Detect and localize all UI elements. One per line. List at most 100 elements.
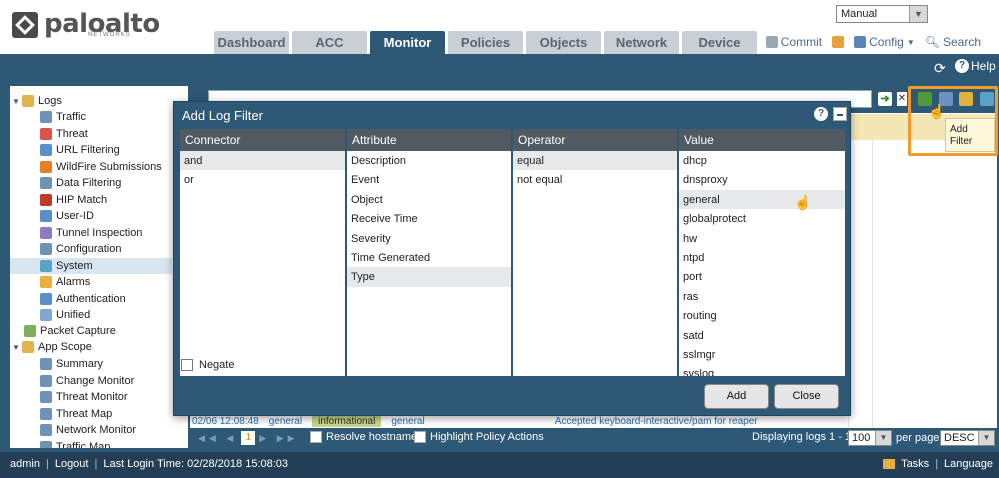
sidebar-item-alarms[interactable]: Alarms bbox=[40, 274, 90, 290]
sidebar-item-url-filtering[interactable]: URL Filtering bbox=[40, 142, 120, 158]
sidebar-item-user-id[interactable]: User-ID bbox=[40, 208, 94, 224]
sidebar-item-unified[interactable]: Unified bbox=[40, 307, 90, 323]
value-option[interactable]: hw bbox=[679, 229, 845, 248]
attribute-header: Attribute bbox=[347, 129, 511, 151]
attribute-option[interactable]: Description bbox=[347, 151, 511, 170]
sidebar-item-traffic-map[interactable]: Traffic Map bbox=[40, 439, 110, 448]
commit-button[interactable]: Commit bbox=[765, 35, 822, 49]
value-option[interactable]: port bbox=[679, 267, 845, 286]
attribute-option[interactable]: Type bbox=[347, 267, 511, 287]
value-option[interactable]: ntpd bbox=[679, 248, 845, 267]
negate-checkbox[interactable] bbox=[181, 359, 193, 371]
sidebar-item-tunnel-inspection[interactable]: Tunnel Inspection bbox=[40, 225, 142, 241]
attribute-option[interactable]: Severity bbox=[347, 229, 511, 248]
chevron-down-icon: ▼ bbox=[978, 431, 994, 445]
sort-order-select[interactable]: DESC ▼ bbox=[940, 430, 995, 446]
sidebar-item-hip-match[interactable]: HIP Match bbox=[40, 192, 107, 208]
sidebar-item-system[interactable]: System bbox=[10, 257, 172, 274]
sidebar-item-traffic[interactable]: Traffic bbox=[40, 109, 86, 125]
sidebar-item-change-monitor[interactable]: Change Monitor bbox=[40, 373, 134, 389]
config-icon bbox=[854, 36, 867, 48]
tunnel-inspection-icon bbox=[40, 226, 52, 239]
highlight-policy-checkbox[interactable] bbox=[414, 431, 426, 443]
sidebar-item-network-monitor[interactable]: Network Monitor bbox=[40, 422, 136, 438]
operator-option[interactable]: not equal bbox=[513, 170, 677, 189]
wildfire-submissions-icon bbox=[40, 160, 52, 173]
highlight-policy-toggle[interactable]: Highlight Policy Actions bbox=[414, 431, 544, 443]
config-button[interactable]: Config ▼ bbox=[854, 35, 915, 49]
sidebar-item-threat-map[interactable]: Threat Map bbox=[40, 406, 112, 422]
tab-dashboard[interactable]: Dashboard bbox=[214, 31, 289, 54]
sidebar: ▼ Logs Traffic Threat URL Filtering WildFire … bbox=[10, 86, 188, 448]
value-option[interactable]: syslog bbox=[679, 364, 845, 376]
attribute-option[interactable]: Object bbox=[347, 190, 511, 209]
per-page-select[interactable]: 100 ▼ per page bbox=[848, 430, 939, 446]
attribute-option[interactable]: Event bbox=[347, 170, 511, 189]
language-link[interactable]: Language bbox=[944, 458, 993, 470]
sidebar-item-summary[interactable]: Summary bbox=[40, 356, 103, 372]
sidebar-item-logs[interactable]: ▼ Logs bbox=[12, 93, 62, 109]
sidebar-item-authentication[interactable]: Authentication bbox=[40, 291, 126, 307]
attribute-option[interactable]: Time Generated bbox=[347, 248, 511, 267]
resolve-hostname-checkbox[interactable] bbox=[310, 431, 322, 443]
expand-icon[interactable]: ▼ bbox=[12, 343, 22, 352]
logout-link[interactable]: Logout bbox=[55, 458, 89, 470]
help-icon[interactable]: ? bbox=[814, 107, 828, 121]
column-divider bbox=[872, 140, 873, 430]
table-row[interactable]: 02/06 12:08:48 general informational gen… bbox=[192, 414, 892, 428]
hand-cursor-icon: ☝ bbox=[928, 103, 946, 119]
tab-device[interactable]: Device bbox=[682, 31, 757, 54]
clear-filter-icon[interactable]: ✕ bbox=[897, 92, 907, 106]
tab-policies[interactable]: Policies bbox=[448, 31, 523, 54]
connector-option[interactable]: or bbox=[180, 170, 345, 189]
refresh-icon[interactable]: ⟳ bbox=[934, 61, 948, 75]
page-number[interactable]: 1 bbox=[241, 431, 256, 445]
tasks-link[interactable]: Tasks bbox=[901, 458, 929, 470]
sidebar-item-app-scope[interactable]: ▼ App Scope bbox=[12, 339, 92, 355]
value-option[interactable]: globalprotect bbox=[679, 209, 845, 228]
value-option[interactable]: dnsproxy bbox=[679, 170, 845, 189]
sidebar-item-configuration[interactable]: Configuration bbox=[40, 241, 121, 257]
value-option[interactable]: satd bbox=[679, 326, 845, 345]
traffic-map-icon bbox=[40, 440, 52, 448]
search-button[interactable]: 🔍︎ Search bbox=[925, 35, 981, 49]
add-button[interactable]: Add bbox=[704, 384, 769, 409]
help-button[interactable]: ? Help bbox=[955, 59, 996, 73]
last-login: Last Login Time: 02/28/2018 15:08:03 bbox=[103, 458, 289, 470]
threat-icon bbox=[40, 127, 52, 140]
summary-icon bbox=[40, 358, 52, 370]
alarms-icon bbox=[40, 276, 52, 288]
minimize-icon[interactable] bbox=[833, 107, 847, 121]
tab-network[interactable]: Network bbox=[604, 31, 679, 54]
apply-filter-icon[interactable]: ➔ bbox=[878, 92, 892, 106]
lock-button[interactable] bbox=[832, 36, 845, 48]
tab-acc[interactable]: ACC bbox=[292, 31, 367, 54]
refresh-mode-select[interactable]: Manual ▼ bbox=[836, 5, 928, 23]
configuration-icon bbox=[40, 243, 52, 255]
first-prev-page-icon[interactable]: ◀◀ ◀ bbox=[198, 433, 237, 444]
sidebar-item-threat-monitor[interactable]: Threat Monitor bbox=[40, 389, 128, 405]
commit-icon bbox=[765, 36, 778, 48]
tab-monitor[interactable]: Monitor bbox=[370, 31, 445, 54]
sidebar-item-packet-capture[interactable]: Packet Capture bbox=[24, 323, 116, 339]
expand-icon[interactable]: ▼ bbox=[12, 97, 22, 106]
connector-option[interactable]: and bbox=[180, 151, 345, 171]
threat-map-icon bbox=[40, 407, 52, 420]
sidebar-item-wildfire-submissions[interactable]: WildFire Submissions bbox=[40, 159, 162, 175]
url-filtering-icon bbox=[40, 144, 52, 156]
attribute-option[interactable]: Receive Time bbox=[347, 209, 511, 228]
operator-option[interactable]: equal bbox=[513, 151, 677, 171]
sidebar-item-data-filtering[interactable]: Data Filtering bbox=[40, 175, 121, 191]
value-option[interactable]: ras bbox=[679, 287, 845, 306]
sidebar-item-threat[interactable]: Threat bbox=[40, 126, 88, 142]
resolve-hostname-toggle[interactable]: Resolve hostname bbox=[310, 431, 417, 443]
tab-objects[interactable]: Objects bbox=[526, 31, 601, 54]
unified-icon bbox=[40, 309, 52, 321]
next-last-page-icon[interactable]: ▶ ▶▶ bbox=[259, 433, 298, 444]
negate-toggle[interactable]: Negate bbox=[181, 359, 234, 371]
value-option[interactable]: general bbox=[679, 189, 845, 210]
close-button[interactable]: Close bbox=[774, 384, 839, 409]
value-option[interactable]: dhcp bbox=[679, 151, 845, 170]
value-option[interactable]: routing bbox=[679, 306, 845, 325]
value-option[interactable]: sslmgr bbox=[679, 345, 845, 364]
